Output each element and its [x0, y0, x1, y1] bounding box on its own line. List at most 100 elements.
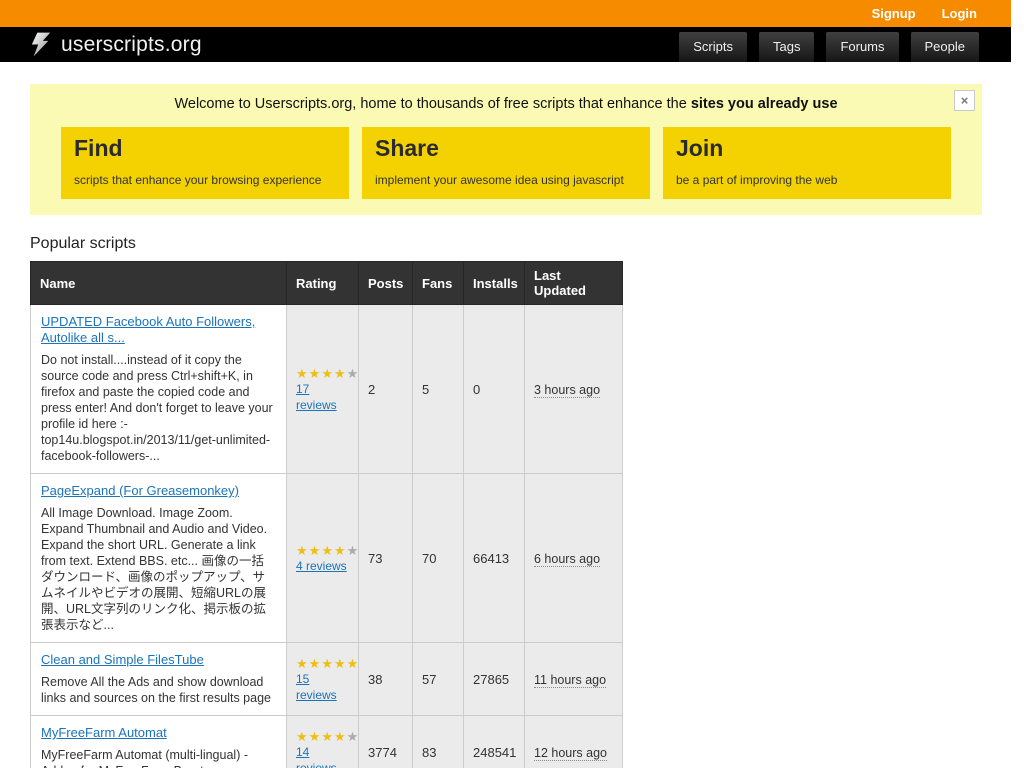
banner-box-title: Find — [74, 135, 336, 161]
star-empty-icon: ★ — [347, 543, 360, 558]
main-nav: Scripts Tags Forums People — [679, 27, 979, 62]
installs-cell: 66413 — [464, 474, 525, 643]
welcome-message: Welcome to Userscripts.org, home to thou… — [30, 96, 982, 113]
page-title: Popular scripts — [30, 235, 982, 253]
nav-tab-scripts[interactable]: Scripts — [679, 32, 747, 62]
welcome-banner: Welcome to Userscripts.org, home to thou… — [30, 84, 982, 215]
table-row: MyFreeFarm Automat MyFreeFarm Automat (m… — [31, 716, 623, 768]
last-updated-text: 3 hours ago — [534, 383, 600, 398]
star-filled-icon: ★ — [334, 656, 347, 671]
banner-boxes: Find scripts that enhance your browsing e… — [61, 127, 951, 199]
column-header-fans: Fans — [413, 262, 464, 305]
banner-box-share: Share implement your awesome idea using j… — [362, 127, 650, 199]
installs-cell: 27865 — [464, 643, 525, 716]
scroll-logo-icon — [30, 31, 52, 58]
star-filled-icon: ★ — [309, 366, 322, 381]
column-header-last-updated: Last Updated — [525, 262, 623, 305]
star-empty-icon: ★ — [347, 366, 360, 381]
top-account-bar: Signup Login — [0, 0, 1011, 27]
banner-box-title: Join — [676, 135, 938, 161]
brand[interactable]: userscripts.org — [30, 27, 202, 62]
reviews-link[interactable]: 4 reviews — [296, 559, 347, 573]
table-row: PageExpand (For Greasemonkey) All Image … — [31, 474, 623, 643]
star-rating-icon: ★★★★★ — [296, 543, 349, 558]
script-description: Do not install....instead of it copy the… — [41, 352, 276, 464]
table-row: UPDATED Facebook Auto Followers, Autolik… — [31, 305, 623, 474]
installs-cell: 0 — [464, 305, 525, 474]
banner-box-find: Find scripts that enhance your browsing e… — [61, 127, 349, 199]
script-description: Remove All the Ads and show download lin… — [41, 674, 276, 706]
last-updated-text: 12 hours ago — [534, 746, 607, 761]
star-filled-icon: ★ — [321, 366, 334, 381]
installs-cell: 248541 — [464, 716, 525, 768]
script-name-cell: PageExpand (For Greasemonkey) All Image … — [31, 474, 287, 643]
welcome-text-bold: sites you already use — [691, 96, 838, 112]
posts-cell: 73 — [359, 474, 413, 643]
banner-box-join: Joinbe a part of improving the web — [663, 127, 951, 199]
star-rating-icon: ★★★★★ — [296, 366, 349, 381]
script-link[interactable]: MyFreeFarm Automat — [41, 725, 167, 740]
star-filled-icon: ★ — [347, 656, 360, 671]
signup-link[interactable]: Signup — [872, 6, 916, 21]
last-updated-text: 6 hours ago — [534, 552, 600, 567]
site-header: userscripts.org Scripts Tags Forums People — [0, 27, 1011, 62]
column-header-posts: Posts — [359, 262, 413, 305]
star-filled-icon: ★ — [296, 543, 309, 558]
script-name-cell: UPDATED Facebook Auto Followers, Autolik… — [31, 305, 287, 474]
nav-tab-people[interactable]: People — [911, 32, 979, 62]
nav-tab-forums[interactable]: Forums — [826, 32, 898, 62]
page-content: Welcome to Userscripts.org, home to thou… — [30, 84, 982, 768]
last-updated-cell: 6 hours ago — [525, 474, 623, 643]
site-title: userscripts.org — [61, 33, 202, 57]
reviews-link[interactable]: 14 reviews — [296, 745, 337, 768]
fans-cell: 5 — [413, 305, 464, 474]
table-header-row: NameRatingPostsFansInstallsLast Updated — [31, 262, 623, 305]
rating-cell: ★★★★★ 4 reviews — [287, 474, 359, 643]
star-filled-icon: ★ — [296, 366, 309, 381]
column-header-rating: Rating — [287, 262, 359, 305]
rating-cell: ★★★★★ 15 reviews — [287, 643, 359, 716]
welcome-text: Welcome to Userscripts.org, home to thou… — [174, 96, 690, 112]
script-link[interactable]: UPDATED Facebook Auto Followers, Autolik… — [41, 314, 255, 345]
fans-cell: 70 — [413, 474, 464, 643]
popular-scripts-table: NameRatingPostsFansInstallsLast Updated … — [30, 261, 623, 768]
star-filled-icon: ★ — [321, 656, 334, 671]
column-header-name: Name — [31, 262, 287, 305]
script-description: All Image Download. Image Zoom. Expand T… — [41, 505, 276, 633]
posts-cell: 38 — [359, 643, 413, 716]
reviews-link[interactable]: 17 reviews — [296, 382, 337, 412]
star-filled-icon: ★ — [334, 366, 347, 381]
star-filled-icon: ★ — [334, 729, 347, 744]
posts-cell: 3774 — [359, 716, 413, 768]
star-filled-icon: ★ — [321, 543, 334, 558]
star-rating-icon: ★★★★★ — [296, 729, 349, 744]
posts-cell: 2 — [359, 305, 413, 474]
star-filled-icon: ★ — [309, 656, 322, 671]
star-rating-icon: ★★★★★ — [296, 656, 349, 671]
last-updated-text: 11 hours ago — [534, 673, 606, 688]
reviews-link[interactable]: 15 reviews — [296, 672, 337, 702]
banner-box-subtitle: scripts that enhance your browsing exper… — [74, 173, 336, 187]
script-link[interactable]: Clean and Simple FilesTube — [41, 652, 204, 667]
star-filled-icon: ★ — [321, 729, 334, 744]
rating-cell: ★★★★★ 14 reviews — [287, 716, 359, 768]
script-name-cell: MyFreeFarm Automat MyFreeFarm Automat (m… — [31, 716, 287, 768]
last-updated-cell: 12 hours ago — [525, 716, 623, 768]
nav-tab-tags[interactable]: Tags — [759, 32, 814, 62]
banner-box-subtitle: implement your awesome idea using javasc… — [375, 173, 637, 187]
last-updated-cell: 11 hours ago — [525, 643, 623, 716]
login-link[interactable]: Login — [942, 6, 977, 21]
banner-box-title: Share — [375, 135, 637, 161]
fans-cell: 57 — [413, 643, 464, 716]
script-description: MyFreeFarm Automat (multi-lingual) - Add… — [41, 747, 276, 768]
script-link[interactable]: PageExpand (For Greasemonkey) — [41, 483, 239, 498]
last-updated-cell: 3 hours ago — [525, 305, 623, 474]
star-filled-icon: ★ — [296, 656, 309, 671]
table-row: Clean and Simple FilesTube Remove All th… — [31, 643, 623, 716]
script-name-cell: Clean and Simple FilesTube Remove All th… — [31, 643, 287, 716]
star-filled-icon: ★ — [334, 543, 347, 558]
star-filled-icon: ★ — [296, 729, 309, 744]
column-header-installs: Installs — [464, 262, 525, 305]
star-empty-icon: ★ — [347, 729, 360, 744]
close-icon[interactable]: × — [954, 90, 975, 111]
